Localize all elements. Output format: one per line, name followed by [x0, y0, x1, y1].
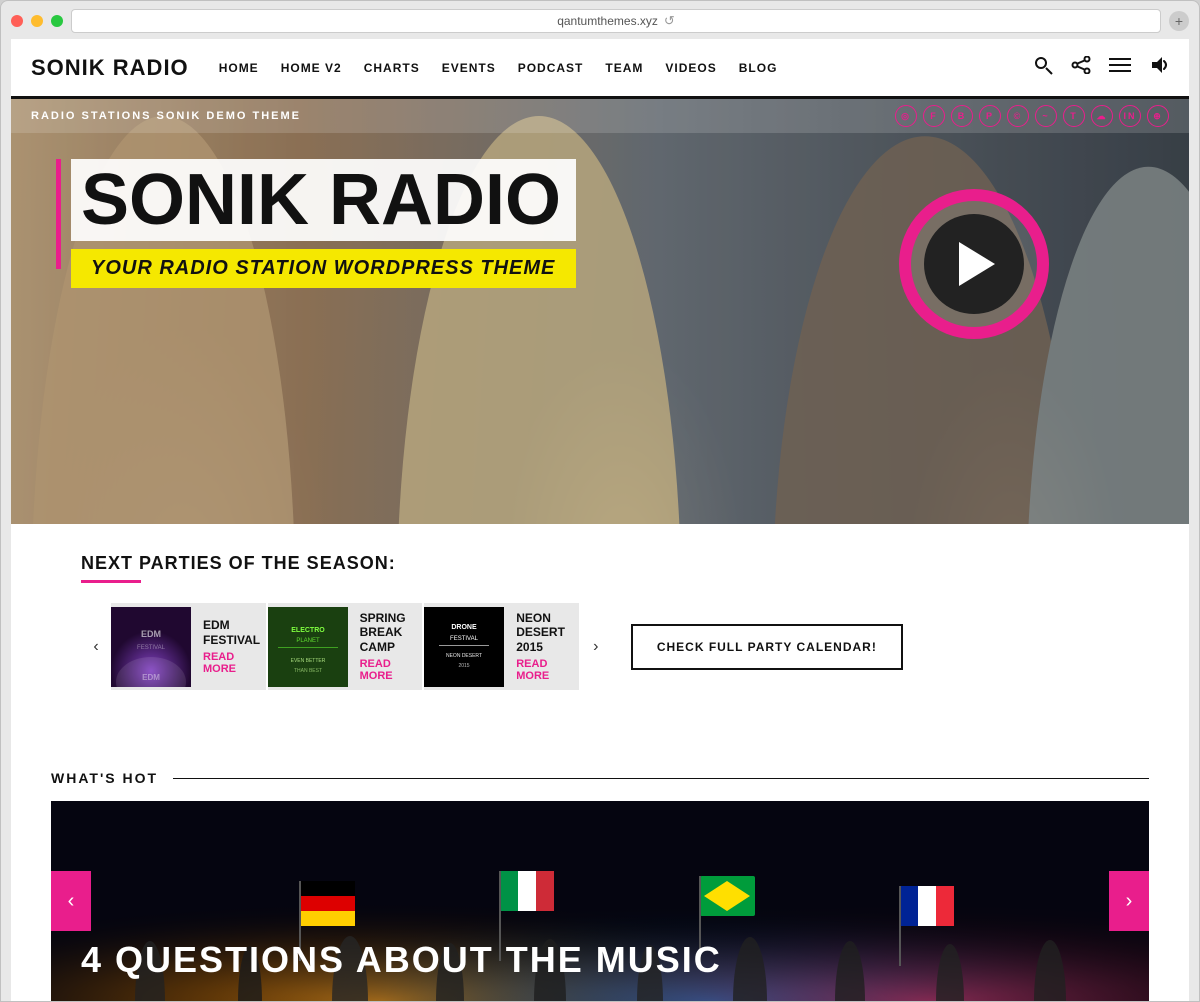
browser-window: qantumthemes.xyz ↺ + SONIK RADIO HOME HO… — [0, 0, 1200, 1002]
svg-text:FESTIVAL: FESTIVAL — [137, 645, 166, 651]
whats-hot-header: WHAT'S HOT — [51, 770, 1149, 786]
party-readmore-neon[interactable]: Read more — [516, 658, 567, 682]
hot-banner-next-button[interactable]: › — [1109, 871, 1149, 931]
site-logo[interactable]: SONIK RADIO — [31, 55, 189, 81]
search-icon[interactable] — [1033, 55, 1053, 80]
hero-subtitle: YOUR RADIO STATION WORDPRESS THEME — [71, 249, 576, 288]
parties-prev-button[interactable]: ‹ — [81, 632, 111, 662]
play-circle-inner — [924, 214, 1024, 314]
party-name-spring: SPRING BREAK CAMP — [360, 611, 411, 654]
svg-text:2015: 2015 — [459, 663, 470, 669]
url-text: qantumthemes.xyz — [557, 14, 658, 28]
whats-hot-line — [173, 778, 1149, 779]
social-icon-9[interactable]: in — [1119, 105, 1141, 127]
svg-text:NEON DESERT: NEON DESERT — [446, 653, 482, 659]
whats-hot-title: WHAT'S HOT — [51, 770, 158, 786]
parties-underline — [81, 580, 141, 583]
website-content: SONIK RADIO HOME HOME V2 CHARTS EVENTS P… — [11, 39, 1189, 1001]
svg-text:EDM: EDM — [141, 629, 161, 639]
reload-icon[interactable]: ↺ — [664, 13, 675, 29]
svg-text:THAN BEST: THAN BEST — [294, 668, 322, 674]
svg-text:FESTIVAL: FESTIVAL — [450, 636, 479, 642]
nav-links: HOME HOME V2 CHARTS EVENTS PODCAST TEAM … — [219, 61, 1033, 75]
nav-item-team[interactable]: TEAM — [605, 61, 643, 75]
party-card-spring: ELECTRO PLANET EVEN BETTER THAN BEST — [268, 603, 423, 690]
hot-banner: ‹ 4 QUESTIONS ABOUT THE MUSIC › — [51, 801, 1149, 1001]
party-thumb-edm: EDM FESTIVAL — [111, 607, 191, 687]
social-icon-10[interactable]: ⊕ — [1147, 105, 1169, 127]
party-readmore-edm[interactable]: Read more — [203, 651, 260, 675]
menu-icon[interactable] — [1109, 57, 1131, 78]
nav-item-charts[interactable]: CHARTS — [364, 61, 420, 75]
party-info-spring: SPRING BREAK CAMP Read more — [348, 603, 423, 690]
social-icon-7[interactable]: t — [1063, 105, 1085, 127]
social-icon-3[interactable]: b — [951, 105, 973, 127]
play-triangle-icon — [959, 242, 995, 286]
station-bar-text: RADIO STATIONS SONIK DEMO THEME — [31, 110, 301, 122]
party-name-neon: NEON DESERT 2015 — [516, 611, 567, 654]
nav-item-events[interactable]: EVENTS — [442, 61, 496, 75]
hot-banner-prev-button[interactable]: ‹ — [51, 871, 91, 931]
parties-container: ‹ — [81, 603, 801, 690]
hero-title: SONIK RADIO — [71, 159, 576, 241]
browser-controls: qantumthemes.xyz ↺ + — [11, 9, 1189, 33]
play-button-area — [899, 189, 1049, 339]
top-navigation: SONIK RADIO HOME HOME V2 CHARTS EVENTS P… — [11, 39, 1189, 99]
parties-header: NEXT PARTIES OF THE SEASON: — [81, 553, 801, 583]
social-icon-4[interactable]: P — [979, 105, 1001, 127]
party-info-neon: NEON DESERT 2015 Read more — [504, 603, 579, 690]
svg-text:PLANET: PLANET — [296, 638, 320, 644]
hero-accent-bar — [56, 159, 61, 269]
party-cards: EDM FESTIVAL EDM FESTIVAL Read more — [111, 603, 581, 690]
nav-item-home-v2[interactable]: HOME V2 — [281, 61, 342, 75]
hot-banner-title: 4 QUESTIONS ABOUT THE MUSIC — [81, 939, 722, 981]
social-icon-8[interactable]: ☁ — [1091, 105, 1113, 127]
sound-icon[interactable] — [1149, 55, 1169, 80]
svg-text:EVEN BETTER: EVEN BETTER — [290, 658, 325, 664]
check-calendar-button[interactable]: CHECK FULL PARTY CALENDAR! — [631, 624, 903, 670]
maximize-button[interactable] — [51, 15, 63, 27]
parties-next-button[interactable]: › — [581, 632, 611, 662]
nav-item-home[interactable]: HOME — [219, 61, 259, 75]
play-button[interactable] — [899, 189, 1049, 339]
party-thumb-neon: DRONE FESTIVAL NEON DESERT 2015 — [424, 607, 504, 687]
party-name-edm: EDM FESTIVAL — [203, 618, 260, 647]
svg-text:DRONE: DRONE — [452, 624, 478, 631]
hero-section: RADIO STATIONS SONIK DEMO THEME ◎ f b P … — [11, 99, 1189, 529]
svg-text:ELECTRO: ELECTRO — [291, 627, 325, 634]
whats-hot-section: WHAT'S HOT — [11, 740, 1189, 1001]
nav-icons — [1033, 55, 1169, 80]
close-button[interactable] — [11, 15, 23, 27]
party-card-neon: DRONE FESTIVAL NEON DESERT 2015 NEON — [424, 603, 579, 690]
social-icon-5[interactable]: © — [1007, 105, 1029, 127]
social-icons-top: ◎ f b P © ~ t ☁ in ⊕ — [895, 105, 1169, 127]
party-info-edm: EDM FESTIVAL Read more — [191, 610, 266, 683]
social-icon-6[interactable]: ~ — [1035, 105, 1057, 127]
new-tab-button[interactable]: + — [1169, 11, 1189, 31]
party-thumb-spring: ELECTRO PLANET EVEN BETTER THAN BEST — [268, 607, 348, 687]
address-bar[interactable]: qantumthemes.xyz ↺ — [71, 9, 1161, 33]
hero-content: SONIK RADIO YOUR RADIO STATION WORDPRESS… — [71, 159, 576, 288]
nav-item-videos[interactable]: VIDEOS — [665, 61, 716, 75]
nav-item-blog[interactable]: BLOG — [739, 61, 778, 75]
party-readmore-spring[interactable]: Read more — [360, 658, 411, 682]
station-bar: RADIO STATIONS SONIK DEMO THEME ◎ f b P … — [11, 99, 1189, 133]
social-icon-1[interactable]: ◎ — [895, 105, 917, 127]
parties-title: NEXT PARTIES OF THE SEASON: — [81, 553, 801, 574]
share-icon[interactable] — [1071, 56, 1091, 79]
minimize-button[interactable] — [31, 15, 43, 27]
nav-item-podcast[interactable]: PODCAST — [518, 61, 584, 75]
party-card-edm: EDM FESTIVAL EDM FESTIVAL Read more — [111, 603, 266, 690]
social-icon-2[interactable]: f — [923, 105, 945, 127]
